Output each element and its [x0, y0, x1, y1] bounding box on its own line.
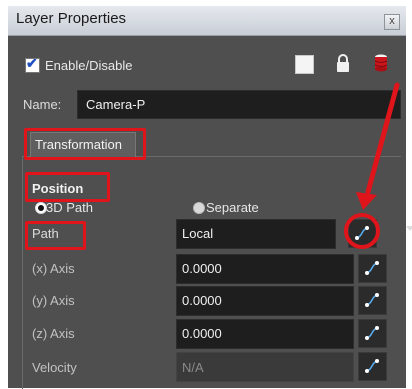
annotation-arrow-layer: [344, 82, 400, 249]
annotation-circle: [344, 213, 380, 249]
annotation-arrow-line: [365, 82, 400, 195]
annotation-arrow-head: [356, 192, 377, 210]
